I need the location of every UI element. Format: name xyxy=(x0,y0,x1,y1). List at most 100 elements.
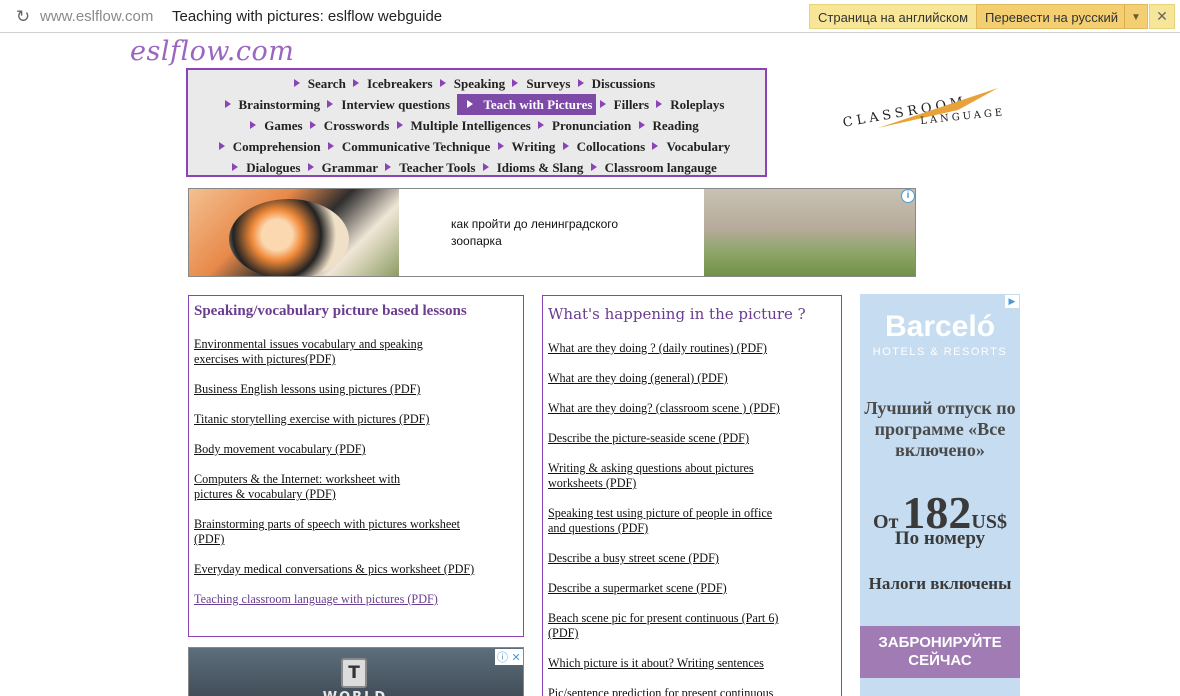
nav-item-crosswords[interactable]: Crosswords xyxy=(309,115,394,136)
bottom-game-ad[interactable]: T WORLD ⓘ ✕ xyxy=(188,647,524,696)
link-medical-conversations[interactable]: Everyday medical conversations & pics wo… xyxy=(194,562,474,577)
nav-item-surveys[interactable]: Surveys xyxy=(512,73,574,94)
arrow-icon xyxy=(293,79,300,87)
link-supermarket[interactable]: Describe a supermarket scene (PDF) xyxy=(548,581,727,596)
arrow-icon xyxy=(652,142,659,150)
arrow-icon xyxy=(353,79,360,87)
arrow-icon xyxy=(385,163,392,171)
link-speaking-test-office[interactable]: Speaking test using picture of people in… xyxy=(548,506,772,536)
translate-button[interactable]: Перевести на русский xyxy=(976,4,1128,29)
nav-item-collocations[interactable]: Collocations xyxy=(562,136,650,157)
arrow-icon xyxy=(250,121,257,129)
nav-item-games[interactable]: Games xyxy=(250,115,306,136)
link-computers-internet[interactable]: Computers & the Internet: worksheet with… xyxy=(194,472,400,502)
nav-item-communicative-technique[interactable]: Communicative Technique xyxy=(327,136,494,157)
nav-item-grammar[interactable]: Grammar xyxy=(307,157,382,178)
nav-item-writing[interactable]: Writing xyxy=(497,136,560,157)
link-titanic-storytelling[interactable]: Titanic storytelling exercise with pictu… xyxy=(194,412,429,427)
nav-item-icebreakers[interactable]: Icebreakers xyxy=(353,73,436,94)
link-classroom-language[interactable]: Teaching classroom language with picture… xyxy=(194,592,438,607)
link-body-movement[interactable]: Body movement vocabulary (PDF) xyxy=(194,442,366,457)
arrow-icon xyxy=(656,100,663,108)
nav-item-idioms-slang[interactable]: Idioms & Slang xyxy=(482,157,588,178)
arrow-icon xyxy=(467,100,474,108)
barcelo-ad[interactable]: ▶ Barceló HOTELS & RESORTS Лучший отпуск… xyxy=(860,294,1020,696)
arrow-icon xyxy=(599,100,606,108)
ad-text: как пройти до ленинградского зоопарка xyxy=(451,217,619,248)
nav-item-comprehension[interactable]: Comprehension xyxy=(218,136,325,157)
arrow-icon xyxy=(439,79,446,87)
arrow-icon xyxy=(562,142,569,150)
link-brainstorming-parts-of-speech[interactable]: Brainstorming parts of speech with pictu… xyxy=(194,517,460,547)
arrow-icon xyxy=(218,142,225,150)
link-environmental-issues[interactable]: Environmental issues vocabulary and spea… xyxy=(194,337,423,367)
whats-happening-box: What's happening in the picture ? What a… xyxy=(542,295,842,696)
link-daily-routines[interactable]: What are they doing ? (daily routines) (… xyxy=(548,341,767,356)
main-navigation: Search Icebreakers Speaking Surveys Disc… xyxy=(186,68,767,177)
arrow-icon xyxy=(482,163,489,171)
nav-item-speaking[interactable]: Speaking xyxy=(439,73,509,94)
nav-item-vocabulary[interactable]: Vocabulary xyxy=(652,136,734,157)
arrow-icon xyxy=(309,121,316,129)
nav-row: Games Crosswords Multiple Intelligences … xyxy=(188,115,765,136)
link-business-english[interactable]: Business English lessons using pictures … xyxy=(194,382,421,397)
link-busy-street[interactable]: Describe a busy street scene (PDF) xyxy=(548,551,719,566)
nav-item-brainstorming[interactable]: Brainstorming xyxy=(224,94,325,115)
ad-text-panel: как пройти до ленинградского зоопарка xyxy=(399,189,704,276)
nav-item-fillers[interactable]: Fillers xyxy=(599,94,653,115)
nav-row: Comprehension Communicative Technique Wr… xyxy=(188,136,765,157)
site-logo[interactable]: eslflow.com xyxy=(130,36,294,67)
show-original-button[interactable]: Страница на английском xyxy=(809,4,978,29)
nav-item-multiple-intelligences[interactable]: Multiple Intelligences xyxy=(396,115,535,136)
nav-row: Brainstorming Interview questions Teach … xyxy=(188,94,765,115)
nav-item-classroom-language[interactable]: Classroom langauge xyxy=(590,157,721,178)
link-general[interactable]: What are they doing (general) (PDF) xyxy=(548,371,728,386)
nav-item-discussions[interactable]: Discussions xyxy=(577,73,660,94)
box-title: What's happening in the picture ? xyxy=(548,305,806,323)
book-now-button[interactable]: ЗАБРОНИРУЙТЕ СЕЙЧАС xyxy=(860,626,1020,678)
link-beach-scene[interactable]: Beach scene pic for present continuous (… xyxy=(548,611,778,641)
link-which-picture[interactable]: Which picture is it about? Writing sente… xyxy=(548,656,764,671)
nav-item-interview-questions[interactable]: Interview questions xyxy=(327,94,454,115)
arrow-icon xyxy=(396,121,403,129)
adchoices-icon[interactable]: ▶ xyxy=(1005,295,1019,308)
nav-item-teacher-tools[interactable]: Teacher Tools xyxy=(385,157,479,178)
box-title: Speaking/vocabulary picture based lesson… xyxy=(194,303,467,319)
arrow-icon xyxy=(224,100,231,108)
url-domain[interactable]: www.eslflow.com xyxy=(40,8,153,25)
link-seaside-scene[interactable]: Describe the picture-seaside scene (PDF) xyxy=(548,431,749,446)
page-title[interactable]: Teaching with pictures: eslflow webguide xyxy=(172,8,442,25)
classroom-language-logo[interactable]: CLASSROOM LANGUAGE xyxy=(838,80,1018,140)
nav-row: Dialogues Grammar Teacher Tools Idioms &… xyxy=(188,157,765,178)
arrow-icon xyxy=(590,163,597,171)
nav-item-reading[interactable]: Reading xyxy=(638,115,703,136)
reload-icon[interactable]: ↻ xyxy=(12,6,34,28)
ad-brand-sub: HOTELS & RESORTS xyxy=(872,346,1008,358)
arrow-icon xyxy=(327,100,334,108)
ad-face-shape xyxy=(229,199,349,276)
speaking-vocabulary-box: Speaking/vocabulary picture based lesson… xyxy=(188,295,524,637)
arrow-icon xyxy=(538,121,545,129)
nav-item-dialogues[interactable]: Dialogues xyxy=(232,157,304,178)
nav-item-teach-with-pictures[interactable]: Teach with Pictures xyxy=(457,94,597,115)
translate-options-chevron-down-icon[interactable]: ▼ xyxy=(1124,4,1148,29)
browser-address-bar: ↻ www.eslflow.com Teaching with pictures… xyxy=(0,0,1180,33)
close-translate-icon[interactable]: ✕ xyxy=(1149,4,1175,29)
nav-item-roleplays[interactable]: Roleplays xyxy=(656,94,728,115)
ad-info-close-icon[interactable]: ⓘ ✕ xyxy=(495,649,523,665)
arrow-icon xyxy=(638,121,645,129)
ad-info-icon[interactable]: i xyxy=(901,189,915,203)
nav-item-search[interactable]: Search xyxy=(293,73,350,94)
arrow-icon xyxy=(512,79,519,87)
ad-offer: Лучший отпуск по программе «Все включено… xyxy=(864,398,1016,460)
link-pic-sentence-prediction[interactable]: Pic/sentence prediction for present cont… xyxy=(548,686,773,696)
ad-tax: Налоги включены xyxy=(868,574,1012,593)
nav-item-pronunciation[interactable]: Pronunciation xyxy=(538,115,635,136)
arrow-icon xyxy=(232,163,239,171)
arrow-icon xyxy=(307,163,314,171)
link-writing-asking-questions[interactable]: Writing & asking questions about picture… xyxy=(548,461,754,491)
link-classroom-scene[interactable]: What are they doing? (classroom scene ) … xyxy=(548,401,780,416)
nav-row: Search Icebreakers Speaking Surveys Disc… xyxy=(188,73,765,94)
top-ad-banner[interactable]: как пройти до ленинградского зоопарка xyxy=(188,188,916,277)
ad-photo-park xyxy=(704,189,915,276)
